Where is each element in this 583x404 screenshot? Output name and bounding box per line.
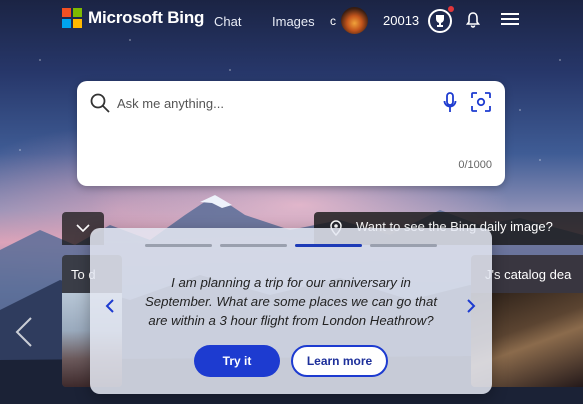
- visual-search-icon[interactable]: [471, 92, 491, 112]
- microsoft-logo-icon: [62, 8, 82, 28]
- nav-images[interactable]: Images: [272, 14, 315, 29]
- profile-initial[interactable]: c: [330, 14, 336, 28]
- progress-step-active[interactable]: [295, 244, 362, 247]
- search-input[interactable]: [117, 93, 417, 113]
- nav-chat[interactable]: Chat: [214, 14, 241, 29]
- chevron-down-icon: [76, 224, 90, 233]
- top-bar: Microsoft Bing Chat Images c 20013: [0, 0, 583, 40]
- progress-step[interactable]: [220, 244, 287, 247]
- rewards-points[interactable]: 20013: [383, 13, 419, 28]
- progress-step[interactable]: [370, 244, 437, 247]
- microphone-icon[interactable]: [443, 92, 457, 114]
- brand-name: Microsoft Bing: [88, 8, 205, 27]
- feed-prev-icon[interactable]: [15, 316, 33, 348]
- search-icon: [90, 93, 110, 113]
- progress-step[interactable]: [145, 244, 212, 247]
- learn-more-button[interactable]: Learn more: [291, 345, 388, 377]
- avatar[interactable]: [341, 7, 368, 34]
- bing-home-link[interactable]: Microsoft Bing: [62, 8, 204, 28]
- trophy-icon[interactable]: [428, 9, 452, 33]
- chat-prompt-popup: I am planning a trip for our anniversary…: [90, 228, 492, 394]
- carousel-progress: [145, 244, 437, 247]
- prompt-text: I am planning a trip for our anniversary…: [145, 275, 437, 328]
- search-box: 0/1000: [77, 81, 505, 186]
- hamburger-menu-icon[interactable]: [501, 12, 519, 26]
- card-title: J's catalog dea: [485, 267, 572, 282]
- bell-icon[interactable]: [466, 12, 480, 28]
- character-counter: 0/1000: [458, 159, 492, 171]
- chevron-left-icon[interactable]: [105, 298, 115, 314]
- notification-dot: [448, 6, 454, 12]
- try-it-button[interactable]: Try it: [194, 345, 280, 377]
- chevron-right-icon[interactable]: [466, 298, 476, 314]
